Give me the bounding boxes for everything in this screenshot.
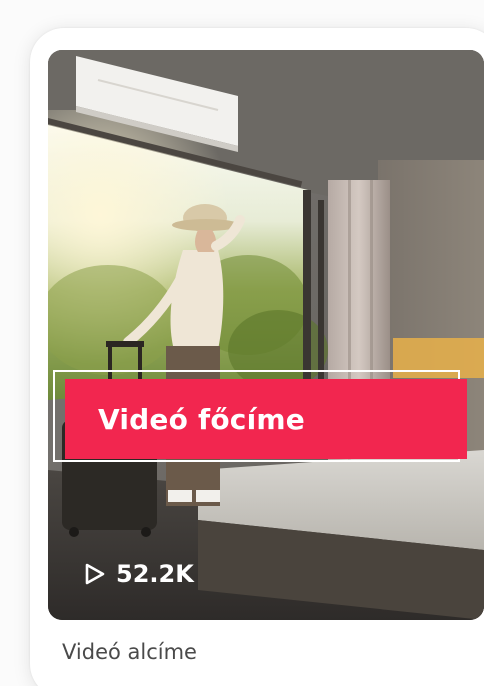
- view-count-text: 52.2K: [116, 560, 194, 588]
- play-outline-icon: [85, 563, 105, 585]
- video-title: Videó főcíme: [98, 402, 305, 436]
- video-card-page: Videó főcíme 52.2K Videó alcíme: [0, 0, 484, 686]
- video-subtitle: Videó alcíme: [62, 640, 197, 664]
- thumbnail-image: [48, 50, 484, 620]
- view-count: 52.2K: [84, 560, 194, 588]
- title-banner: Videó főcíme: [65, 379, 467, 459]
- video-thumbnail[interactable]: Videó főcíme 52.2K: [48, 50, 484, 620]
